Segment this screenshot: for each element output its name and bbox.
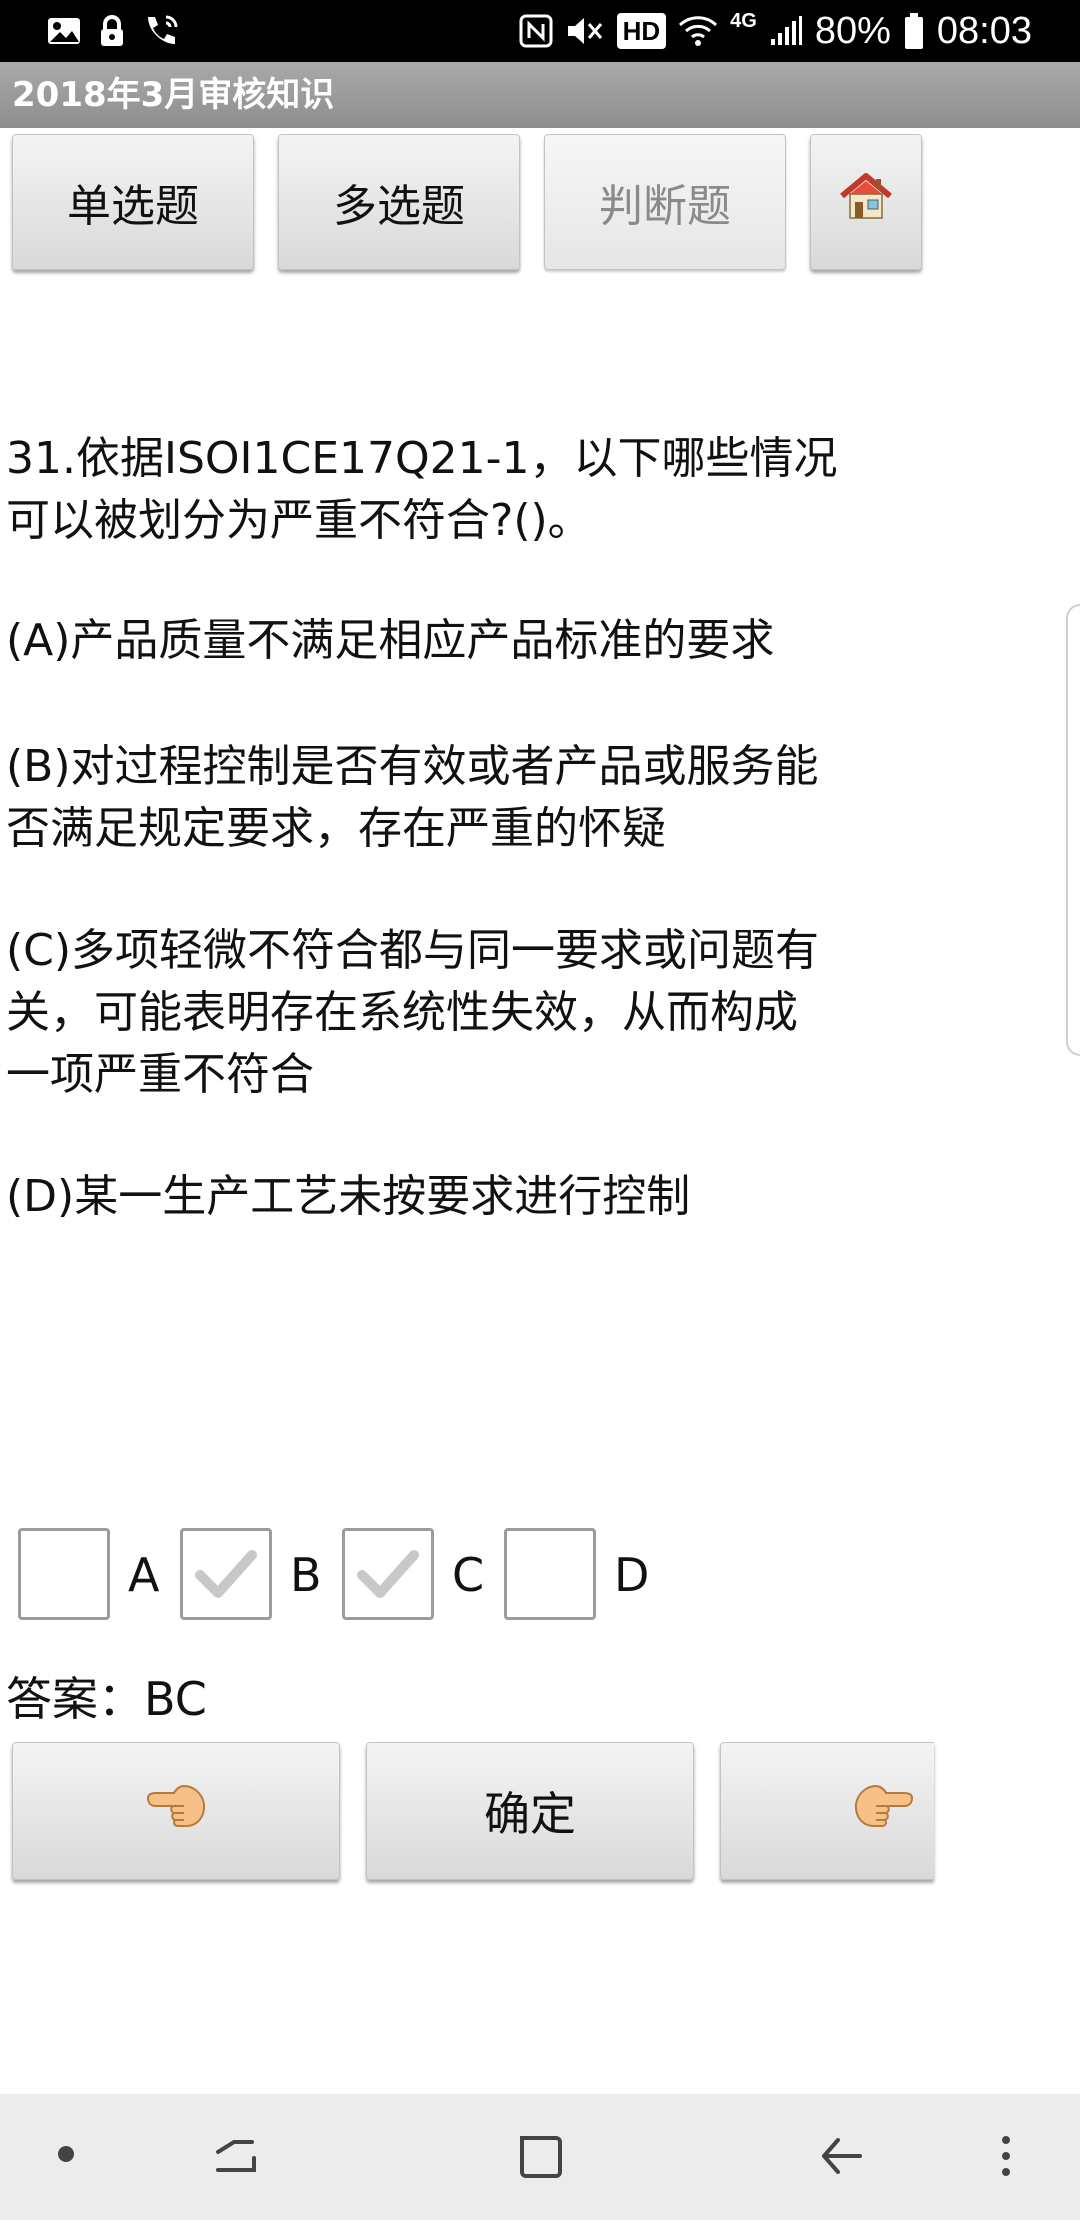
- status-right-icons: HD 4G 80% 08:03: [519, 6, 1032, 56]
- question-stem-line: 31.依据ISOI1CE17Q21-1，以下哪些情况: [6, 433, 838, 484]
- answer-text: 答案：BC: [6, 1672, 207, 1726]
- option-c-text: (C)多项轻微不符合都与同一要求或问题有 关，可能表明存在系统性失效，从而构成 …: [6, 920, 906, 1106]
- signal-icon: [769, 15, 803, 47]
- question-stem-line: 可以被划分为严重不符合?()。: [6, 495, 592, 546]
- battery-percent: 80%: [814, 9, 891, 52]
- recent-apps-icon[interactable]: [212, 2134, 260, 2178]
- checkbox-d[interactable]: [504, 1528, 596, 1620]
- option-b-line: 否满足规定要求，存在严重的怀疑: [6, 803, 666, 854]
- tab-label: 判断题: [599, 181, 731, 232]
- tab-label: 多选题: [333, 181, 465, 232]
- check-mark-icon: [195, 1550, 257, 1598]
- nav-dot-icon[interactable]: [56, 2144, 76, 2164]
- app-title-bar: 2018年3月审核知识: [0, 62, 1080, 128]
- option-d-text: (D)某一生产工艺未按要求进行控制: [6, 1166, 906, 1228]
- checkbox-b[interactable]: [180, 1528, 272, 1620]
- option-c-line: 关，可能表明存在系统性失效，从而构成: [6, 987, 798, 1038]
- option-b-line: (B)对过程控制是否有效或者产品或服务能: [6, 741, 819, 792]
- scroll-indicator[interactable]: [1066, 604, 1080, 1056]
- gallery-icon: [46, 15, 82, 47]
- tab-single-choice[interactable]: 单选题: [12, 134, 254, 270]
- system-nav-bar: [0, 2094, 1080, 2220]
- check-mark-icon: [357, 1550, 419, 1598]
- mute-icon: [565, 14, 605, 48]
- phone-call-icon: [142, 13, 182, 49]
- more-options-icon[interactable]: [996, 2132, 1016, 2180]
- option-c-line: (C)多项轻微不符合都与同一要求或问题有: [6, 925, 820, 976]
- nfc-icon: [519, 14, 553, 48]
- tab-true-false: 判断题: [544, 134, 786, 270]
- question-stem: 31.依据ISOI1CE17Q21-1，以下哪些情况 可以被划分为严重不符合?(…: [6, 428, 906, 552]
- home-nav-icon[interactable]: [516, 2132, 564, 2180]
- home-button[interactable]: [810, 134, 922, 270]
- tab-label: 单选题: [67, 181, 199, 232]
- hd-badge: HD: [616, 13, 667, 49]
- status-bar: HD 4G 80% 08:03: [0, 0, 1080, 62]
- checkbox-c[interactable]: [342, 1528, 434, 1620]
- confirm-button[interactable]: 确定: [366, 1742, 694, 1880]
- status-left-icons: [46, 10, 182, 52]
- confirm-button-label: 确定: [484, 1787, 576, 1841]
- option-c-line: 一项严重不符合: [6, 1049, 314, 1100]
- checkbox-b-label: B: [290, 1548, 322, 1602]
- pointing-right-icon: [852, 1778, 916, 1845]
- battery-icon: [903, 12, 925, 50]
- pointing-left-icon: [144, 1778, 208, 1845]
- next-question-button[interactable]: [720, 1742, 934, 1880]
- option-d-line: (D)某一生产工艺未按要求进行控制: [6, 1171, 691, 1222]
- checkbox-a[interactable]: [18, 1528, 110, 1620]
- lock-icon: [98, 14, 126, 48]
- checkbox-a-label: A: [128, 1548, 160, 1602]
- option-a-text: (A)产品质量不满足相应产品标准的要求: [6, 610, 906, 672]
- option-a-line: (A)产品质量不满足相应产品标准的要求: [6, 615, 775, 666]
- clock: 08:03: [936, 9, 1032, 52]
- tab-multiple-choice[interactable]: 多选题: [278, 134, 520, 270]
- home-icon: [838, 172, 894, 233]
- checkbox-c-label: C: [452, 1548, 485, 1602]
- previous-question-button[interactable]: [12, 1742, 340, 1880]
- back-icon[interactable]: [818, 2134, 866, 2178]
- checkbox-d-label: D: [614, 1548, 650, 1602]
- app-title: 2018年3月审核知识: [12, 75, 335, 115]
- network-type: 4G: [730, 9, 757, 32]
- wifi-icon: [678, 15, 718, 47]
- option-b-text: (B)对过程控制是否有效或者产品或服务能 否满足规定要求，存在严重的怀疑: [6, 736, 906, 860]
